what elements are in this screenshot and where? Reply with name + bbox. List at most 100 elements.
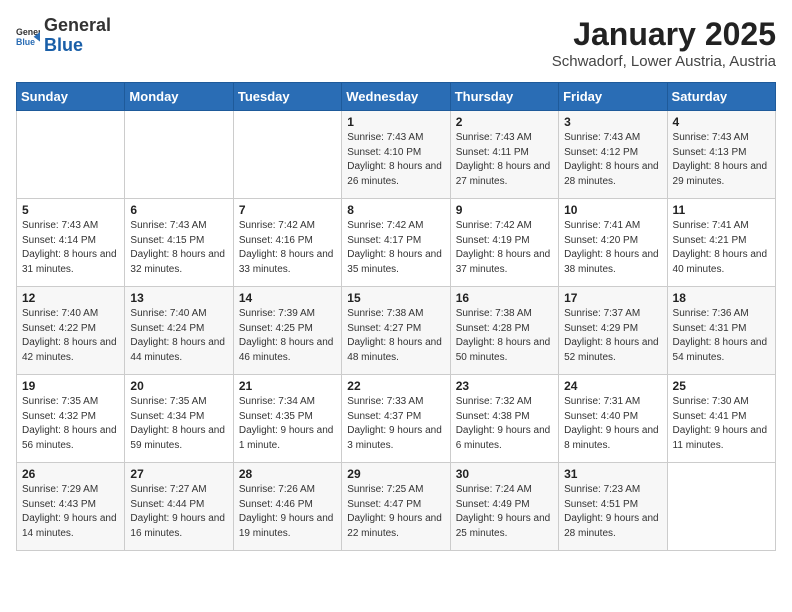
day-content: Sunrise: 7:29 AM Sunset: 4:43 PM Dayligh… bbox=[22, 483, 119, 541]
day-number: 26 bbox=[22, 467, 119, 481]
day-number: 10 bbox=[564, 203, 661, 217]
week-row-4: 19Sunrise: 7:35 AM Sunset: 4:32 PM Dayli… bbox=[17, 375, 776, 463]
day-header-thursday: Thursday bbox=[450, 83, 558, 111]
day-content: Sunrise: 7:38 AM Sunset: 4:27 PM Dayligh… bbox=[347, 307, 444, 365]
day-content: Sunrise: 7:35 AM Sunset: 4:34 PM Dayligh… bbox=[130, 395, 227, 453]
day-content: Sunrise: 7:24 AM Sunset: 4:49 PM Dayligh… bbox=[456, 483, 553, 541]
day-number: 21 bbox=[239, 379, 336, 393]
day-number: 29 bbox=[347, 467, 444, 481]
day-number: 17 bbox=[564, 291, 661, 305]
day-content: Sunrise: 7:43 AM Sunset: 4:15 PM Dayligh… bbox=[130, 219, 227, 277]
svg-text:Blue: Blue bbox=[16, 37, 35, 47]
week-row-2: 5 Sunrise: 7:43 AM Sunset: 4:14 PM Daylig… bbox=[17, 199, 776, 287]
day-content: Sunrise: 7:23 AM Sunset: 4:51 PM Dayligh… bbox=[564, 483, 661, 541]
logo: General Blue General Blue bbox=[16, 16, 111, 56]
day-content: Sunrise: 7:32 AM Sunset: 4:38 PM Dayligh… bbox=[456, 395, 553, 453]
day-number: 4 bbox=[673, 115, 770, 129]
calendar-cell: 2Sunrise: 7:43 AM Sunset: 4:11 PM Daylig… bbox=[450, 111, 558, 199]
calendar-cell: 13 Sunrise: 7:40 AM Sunset: 4:24 PM Dayli… bbox=[125, 287, 233, 375]
day-content: Sunrise: 7:40 AM Sunset: 4:24 PM Dayligh… bbox=[130, 307, 227, 365]
calendar-cell: 24 Sunrise: 7:31 AM Sunset: 4:40 PM Dayli… bbox=[559, 375, 667, 463]
calendar-table: SundayMondayTuesdayWednesdayThursdayFrid… bbox=[16, 82, 776, 551]
day-number: 13 bbox=[130, 291, 227, 305]
logo-icon: General Blue bbox=[16, 24, 40, 48]
calendar-cell: 15 Sunrise: 7:38 AM Sunset: 4:27 PM Dayli… bbox=[342, 287, 450, 375]
calendar-cell: 1 Sunrise: 7:43 AM Sunset: 4:10 PM Daylig… bbox=[342, 111, 450, 199]
day-number: 14 bbox=[239, 291, 336, 305]
calendar-cell: 14Sunrise: 7:39 AM Sunset: 4:25 PM Dayli… bbox=[233, 287, 341, 375]
calendar-cell: 3Sunrise: 7:43 AM Sunset: 4:12 PM Daylig… bbox=[559, 111, 667, 199]
day-content: Sunrise: 7:36 AM Sunset: 4:31 PM Dayligh… bbox=[673, 307, 770, 365]
day-header-friday: Friday bbox=[559, 83, 667, 111]
day-content: Sunrise: 7:41 AM Sunset: 4:20 PM Dayligh… bbox=[564, 219, 661, 277]
day-number: 24 bbox=[564, 379, 661, 393]
day-number: 5 bbox=[22, 203, 119, 217]
day-number: 3 bbox=[564, 115, 661, 129]
day-header-sunday: Sunday bbox=[17, 83, 125, 111]
day-number: 23 bbox=[456, 379, 553, 393]
calendar-cell: 21 Sunrise: 7:34 AM Sunset: 4:35 PM Dayli… bbox=[233, 375, 341, 463]
day-content: Sunrise: 7:25 AM Sunset: 4:47 PM Dayligh… bbox=[347, 483, 444, 541]
day-header-saturday: Saturday bbox=[667, 83, 775, 111]
day-number: 15 bbox=[347, 291, 444, 305]
calendar-cell: 20 Sunrise: 7:35 AM Sunset: 4:34 PM Dayli… bbox=[125, 375, 233, 463]
calendar-cell bbox=[667, 463, 775, 551]
day-content: Sunrise: 7:42 AM Sunset: 4:16 PM Dayligh… bbox=[239, 219, 336, 277]
day-number: 11 bbox=[673, 203, 770, 217]
location-subtitle: Schwadorf, Lower Austria, Austria bbox=[552, 53, 776, 70]
calendar-cell: 9 Sunrise: 7:42 AM Sunset: 4:19 PM Daylig… bbox=[450, 199, 558, 287]
day-number: 20 bbox=[130, 379, 227, 393]
day-content: Sunrise: 7:26 AM Sunset: 4:46 PM Dayligh… bbox=[239, 483, 336, 541]
calendar-cell: 31 Sunrise: 7:23 AM Sunset: 4:51 PM Dayli… bbox=[559, 463, 667, 551]
day-number: 18 bbox=[673, 291, 770, 305]
calendar-cell: 10 Sunrise: 7:41 AM Sunset: 4:20 PM Dayli… bbox=[559, 199, 667, 287]
day-content: Sunrise: 7:37 AM Sunset: 4:29 PM Dayligh… bbox=[564, 307, 661, 365]
calendar-cell: 18 Sunrise: 7:36 AM Sunset: 4:31 PM Dayli… bbox=[667, 287, 775, 375]
calendar-cell: 28 Sunrise: 7:26 AM Sunset: 4:46 PM Dayli… bbox=[233, 463, 341, 551]
calendar-cell: 27 Sunrise: 7:27 AM Sunset: 4:44 PM Dayli… bbox=[125, 463, 233, 551]
calendar-cell: 19Sunrise: 7:35 AM Sunset: 4:32 PM Dayli… bbox=[17, 375, 125, 463]
day-number: 8 bbox=[347, 203, 444, 217]
calendar-cell: 7 Sunrise: 7:42 AM Sunset: 4:16 PM Daylig… bbox=[233, 199, 341, 287]
calendar-cell: 17 Sunrise: 7:37 AM Sunset: 4:29 PM Dayli… bbox=[559, 287, 667, 375]
week-row-5: 26 Sunrise: 7:29 AM Sunset: 4:43 PM Dayli… bbox=[17, 463, 776, 551]
logo-blue: Blue bbox=[44, 36, 111, 56]
day-number: 7 bbox=[239, 203, 336, 217]
day-content: Sunrise: 7:43 AM Sunset: 4:11 PM Dayligh… bbox=[456, 131, 553, 189]
day-header-tuesday: Tuesday bbox=[233, 83, 341, 111]
day-content: Sunrise: 7:43 AM Sunset: 4:10 PM Dayligh… bbox=[347, 131, 444, 189]
day-number: 31 bbox=[564, 467, 661, 481]
day-header-monday: Monday bbox=[125, 83, 233, 111]
calendar-cell: 8Sunrise: 7:42 AM Sunset: 4:17 PM Daylig… bbox=[342, 199, 450, 287]
day-content: Sunrise: 7:42 AM Sunset: 4:19 PM Dayligh… bbox=[456, 219, 553, 277]
day-number: 22 bbox=[347, 379, 444, 393]
day-number: 28 bbox=[239, 467, 336, 481]
day-content: Sunrise: 7:31 AM Sunset: 4:40 PM Dayligh… bbox=[564, 395, 661, 453]
calendar-cell: 11Sunrise: 7:41 AM Sunset: 4:21 PM Dayli… bbox=[667, 199, 775, 287]
calendar-cell: 5 Sunrise: 7:43 AM Sunset: 4:14 PM Daylig… bbox=[17, 199, 125, 287]
calendar-cell: 29 Sunrise: 7:25 AM Sunset: 4:47 PM Dayli… bbox=[342, 463, 450, 551]
week-row-1: 1 Sunrise: 7:43 AM Sunset: 4:10 PM Daylig… bbox=[17, 111, 776, 199]
day-content: Sunrise: 7:27 AM Sunset: 4:44 PM Dayligh… bbox=[130, 483, 227, 541]
day-content: Sunrise: 7:30 AM Sunset: 4:41 PM Dayligh… bbox=[673, 395, 770, 453]
day-number: 16 bbox=[456, 291, 553, 305]
day-number: 1 bbox=[347, 115, 444, 129]
calendar-cell: 4 Sunrise: 7:43 AM Sunset: 4:13 PM Daylig… bbox=[667, 111, 775, 199]
day-header-wednesday: Wednesday bbox=[342, 83, 450, 111]
day-content: Sunrise: 7:43 AM Sunset: 4:13 PM Dayligh… bbox=[673, 131, 770, 189]
day-number: 25 bbox=[673, 379, 770, 393]
month-title: January 2025 bbox=[552, 16, 776, 53]
day-content: Sunrise: 7:35 AM Sunset: 4:32 PM Dayligh… bbox=[22, 395, 119, 453]
day-number: 27 bbox=[130, 467, 227, 481]
day-content: Sunrise: 7:34 AM Sunset: 4:35 PM Dayligh… bbox=[239, 395, 336, 453]
calendar-header-row: SundayMondayTuesdayWednesdayThursdayFrid… bbox=[17, 83, 776, 111]
calendar-cell: 23 Sunrise: 7:32 AM Sunset: 4:38 PM Dayli… bbox=[450, 375, 558, 463]
day-number: 30 bbox=[456, 467, 553, 481]
day-number: 9 bbox=[456, 203, 553, 217]
calendar-cell: 30 Sunrise: 7:24 AM Sunset: 4:49 PM Dayli… bbox=[450, 463, 558, 551]
calendar-cell bbox=[17, 111, 125, 199]
day-content: Sunrise: 7:43 AM Sunset: 4:14 PM Dayligh… bbox=[22, 219, 119, 277]
calendar-cell: 22Sunrise: 7:33 AM Sunset: 4:37 PM Dayli… bbox=[342, 375, 450, 463]
calendar-cell bbox=[233, 111, 341, 199]
logo-general: General bbox=[44, 16, 111, 36]
